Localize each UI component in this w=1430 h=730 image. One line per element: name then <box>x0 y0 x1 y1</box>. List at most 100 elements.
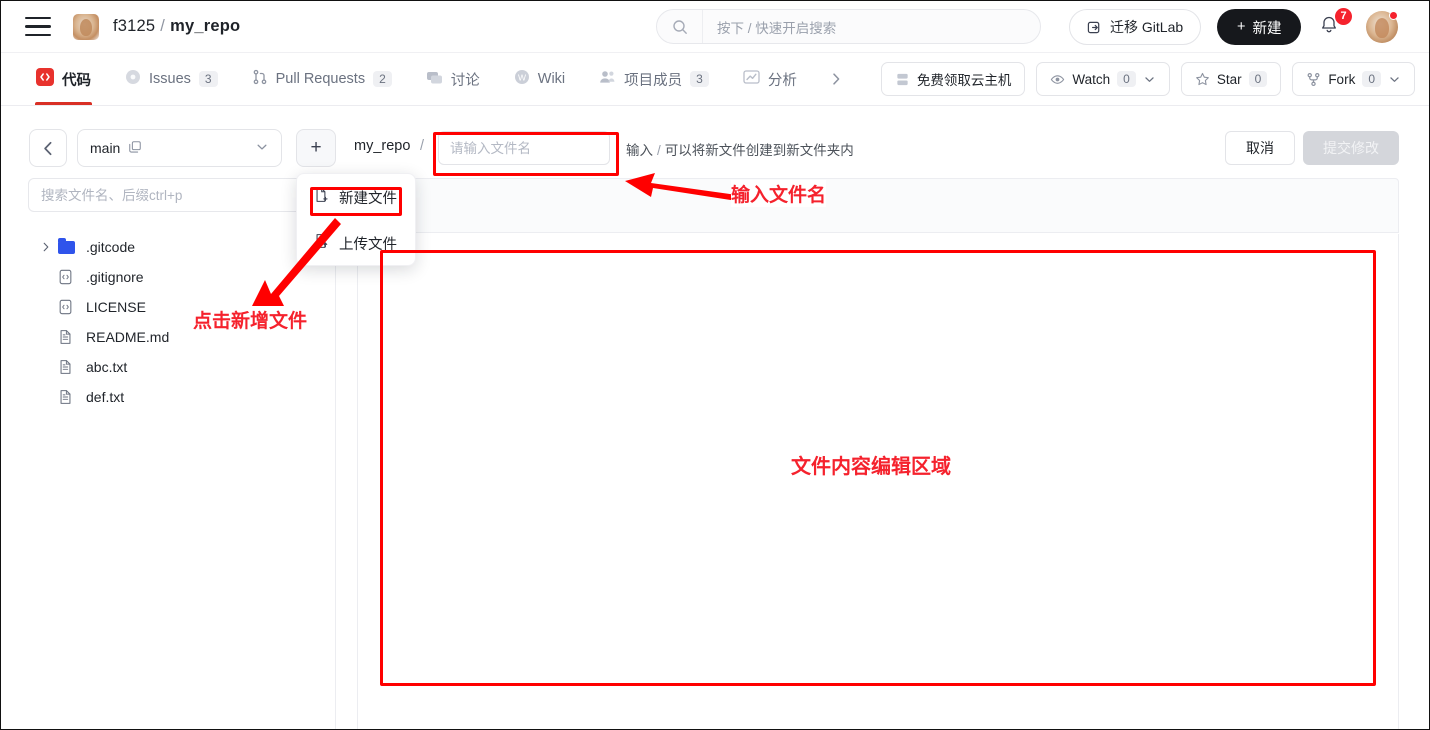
editor-content-area[interactable] <box>357 234 1399 730</box>
svg-text:W: W <box>518 72 526 82</box>
new-button[interactable]: + 新建 <box>1217 9 1301 45</box>
repo-nav: 代码 Issues 3 Pull Requests 2 <box>1 53 1430 106</box>
editor-toolbar <box>357 178 1399 233</box>
repo-actions: 免费领取云主机 Watch 0 Star 0 Fork 0 <box>881 53 1415 105</box>
members-icon <box>599 69 616 89</box>
comment-icon <box>426 69 443 90</box>
code-file-icon <box>58 299 86 315</box>
search-placeholder-text: 按下 / 快速开启搜索 <box>703 17 836 37</box>
file-tree: .gitcode .gitignore LICENSE <box>28 232 336 412</box>
branch-selector[interactable]: main <box>77 129 282 167</box>
tab-pull-requests-count: 2 <box>373 71 392 87</box>
free-cloud-host-label: 免费领取云主机 <box>917 69 1012 89</box>
tab-discussions[interactable]: 讨论 <box>409 53 497 105</box>
add-file-dropdown: 新建文件 上传文件 <box>296 173 416 266</box>
global-search[interactable]: 按下 / 快速开启搜索 <box>656 9 1041 44</box>
filename-input[interactable] <box>438 131 610 165</box>
code-icon <box>36 68 54 90</box>
file-tree-sidebar: .gitcode .gitignore LICENSE <box>28 178 336 730</box>
tab-issues[interactable]: Issues 3 <box>108 53 235 105</box>
tree-item-def-txt[interactable]: def.txt <box>28 382 336 412</box>
text-file-icon <box>58 359 86 375</box>
file-editor-panel <box>357 178 1399 730</box>
tree-item-gitcode[interactable]: .gitcode <box>28 232 336 262</box>
file-search-input[interactable] <box>28 178 336 212</box>
dropdown-item-new-file[interactable]: 新建文件 <box>297 174 415 220</box>
migrate-gitlab-label: 迁移 GitLab <box>1110 17 1183 37</box>
tree-item-label: .gitignore <box>86 269 144 285</box>
nav-more-chevron-icon[interactable] <box>814 71 858 87</box>
watch-count: 0 <box>1117 71 1136 87</box>
tab-pull-requests-label: Pull Requests <box>276 71 365 87</box>
top-header: f3125/my_repo 按下 / 快速开启搜索 迁移 GitLab + 新建… <box>1 1 1430 53</box>
tab-analytics-label: 分析 <box>768 69 797 90</box>
star-button[interactable]: Star 0 <box>1181 62 1281 96</box>
repo-name[interactable]: my_repo <box>170 17 240 35</box>
tab-code-label: 代码 <box>62 69 91 90</box>
chevron-left-icon <box>40 140 57 157</box>
migrate-gitlab-button[interactable]: 迁移 GitLab <box>1069 9 1201 45</box>
back-button[interactable] <box>29 129 67 167</box>
owner-name[interactable]: f3125 <box>113 17 155 35</box>
tab-analytics[interactable]: 分析 <box>726 53 814 105</box>
tab-discussions-label: 讨论 <box>451 69 480 90</box>
app-window: f3125/my_repo 按下 / 快速开启搜索 迁移 GitLab + 新建… <box>0 0 1430 730</box>
text-file-icon <box>58 329 86 345</box>
chevron-down-icon <box>255 140 269 157</box>
code-file-icon <box>58 269 86 285</box>
hint-suffix: 可以将新文件创建到新文件夹内 <box>665 143 854 158</box>
dropdown-item-new-file-label: 新建文件 <box>339 187 397 208</box>
star-icon <box>1195 72 1210 87</box>
star-count: 0 <box>1249 71 1268 87</box>
dropdown-item-upload-file-label: 上传文件 <box>339 233 397 254</box>
watch-button[interactable]: Watch 0 <box>1036 62 1169 96</box>
tree-item-readme[interactable]: README.md <box>28 322 336 352</box>
folder-icon <box>58 241 86 254</box>
pull-request-icon <box>252 69 268 89</box>
chevron-down-icon <box>1143 73 1156 86</box>
main-content: main + my_repo / 输入/可以将新文件创建到新文件夹内 取消 提交… <box>1 106 1430 730</box>
watch-label: Watch <box>1072 72 1110 87</box>
nav-tab-list: 代码 Issues 3 Pull Requests 2 <box>1 53 858 105</box>
chevron-right-icon[interactable] <box>40 241 58 253</box>
tree-item-license[interactable]: LICENSE <box>28 292 336 322</box>
hint-separator: / <box>657 143 661 158</box>
tab-pull-requests[interactable]: Pull Requests 2 <box>235 53 409 105</box>
tree-item-label: abc.txt <box>86 359 127 375</box>
notification-count-badge: 7 <box>1335 8 1352 25</box>
chevron-down-icon <box>1388 73 1401 86</box>
file-plus-icon <box>314 187 329 207</box>
watch-eye-icon <box>1050 72 1065 87</box>
plus-icon: + <box>1237 19 1245 35</box>
tab-wiki[interactable]: W Wiki <box>497 53 582 105</box>
avatar-status-dot <box>1389 11 1398 20</box>
free-cloud-host-button[interactable]: 免费领取云主机 <box>881 62 1026 96</box>
commit-changes-button[interactable]: 提交修改 <box>1303 131 1399 165</box>
hamburger-icon[interactable] <box>25 17 51 37</box>
cancel-button[interactable]: 取消 <box>1225 131 1295 165</box>
analytics-icon <box>743 69 760 89</box>
tab-members-count: 3 <box>690 71 709 87</box>
tree-item-label: def.txt <box>86 389 124 405</box>
dropdown-item-upload-file[interactable]: 上传文件 <box>297 220 415 266</box>
branch-name: main <box>90 140 120 156</box>
fork-count: 0 <box>1362 71 1381 87</box>
tree-item-abc-txt[interactable]: abc.txt <box>28 352 336 382</box>
tab-code[interactable]: 代码 <box>19 53 108 105</box>
repo-avatar <box>73 14 99 40</box>
text-file-icon <box>58 389 86 405</box>
path-breadcrumb-repo[interactable]: my_repo <box>354 138 410 154</box>
add-file-menu-button[interactable]: + <box>296 129 336 167</box>
tree-item-gitignore[interactable]: .gitignore <box>28 262 336 292</box>
fork-button[interactable]: Fork 0 <box>1292 62 1415 96</box>
breadcrumb: f3125/my_repo <box>113 17 240 36</box>
star-label: Star <box>1217 72 1242 87</box>
search-icon <box>657 10 703 43</box>
filename-hint: 输入/可以将新文件创建到新文件夹内 <box>626 139 854 159</box>
server-icon <box>895 72 910 87</box>
tree-item-label: .gitcode <box>86 239 135 255</box>
fork-label: Fork <box>1328 72 1355 87</box>
copy-icon[interactable] <box>128 140 142 157</box>
file-toolbar: main + my_repo / 输入/可以将新文件创建到新文件夹内 取消 提交… <box>1 129 1430 173</box>
tab-members[interactable]: 项目成员 3 <box>582 53 726 105</box>
